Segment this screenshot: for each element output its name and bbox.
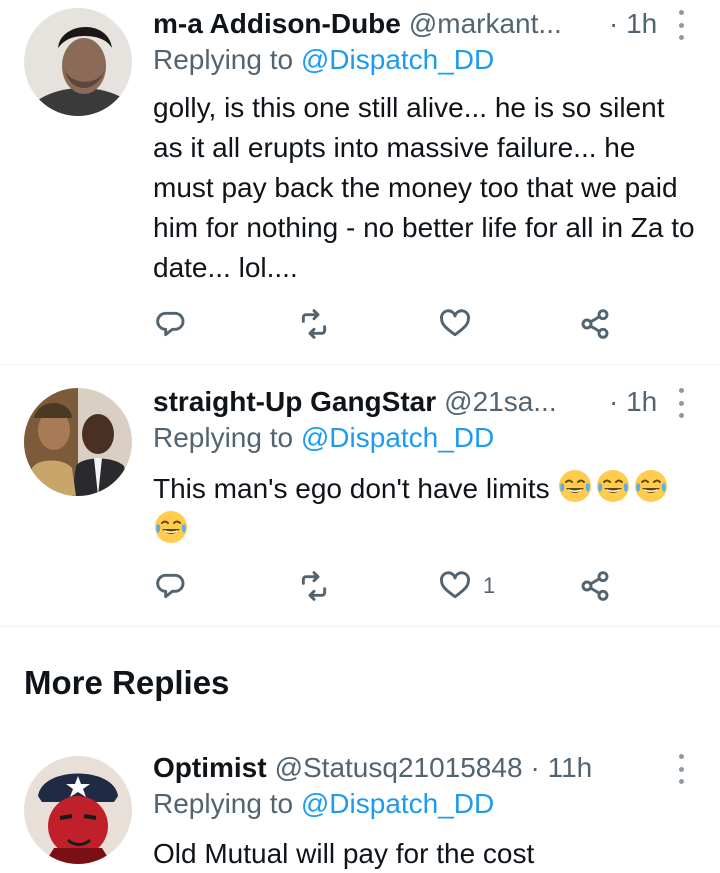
like-icon [440,571,470,599]
replying-to-label: Replying to [153,788,301,819]
author-name[interactable]: Optimist [153,752,267,784]
author-handle[interactable]: @21sa... [444,386,556,418]
like-icon [440,309,470,337]
tweet-time-wrap: · 1h [609,382,657,422]
reply-icon [156,573,185,599]
avatar[interactable] [24,756,132,864]
more-options-icon[interactable] [676,388,686,418]
retweet-button[interactable] [298,304,330,344]
reply-tweet[interactable]: Optimist @Statusq21015848 · 11h Replying… [0,748,720,873]
tweet-text: This man's ego don't have limits [153,473,550,504]
reply-tweet[interactable]: straight-Up GangStar @21sa... · 1h Reply… [0,382,720,622]
tweet-actions [153,304,623,344]
replying-to: Replying to @Dispatch_DD [153,44,494,76]
timestamp[interactable]: · 1h [609,386,657,418]
tweet-actions: 1 [153,566,623,606]
tears-of-joy-emoji-icon [597,470,630,502]
tears-of-joy-emoji-icon [155,511,187,543]
reply-tweet[interactable]: m-a Addison-Dube @markant... · 1h Replyi… [0,4,720,344]
reply-button[interactable] [155,566,187,606]
divider [0,364,720,365]
share-button[interactable] [579,304,611,344]
author-handle[interactable]: @markant... [409,8,562,40]
tweet-text: golly, is this one still alive... he is … [153,92,695,283]
more-options-icon[interactable] [676,754,686,784]
tears-of-joy-emoji-icon [559,470,592,502]
avatar[interactable] [24,388,132,496]
like-count: 1 [483,573,496,598]
tears-of-joy-emoji-icon [635,470,668,502]
more-options-icon[interactable] [676,10,686,40]
tweet-text: Old Mutual will pay for the cost [153,838,535,869]
divider [0,626,720,627]
retweet-icon [301,571,327,601]
tweet-header: m-a Addison-Dube @markant... [153,4,562,44]
like-button[interactable]: 1 [439,566,495,606]
timestamp[interactable]: · 11h [531,752,593,784]
author-name[interactable]: m-a Addison-Dube [153,8,401,40]
section-heading: More Replies [24,664,230,701]
avatar[interactable] [24,8,132,116]
tweet-header: Optimist @Statusq21015848 · 11h [153,748,592,788]
tweet-header: straight-Up GangStar @21sa... [153,382,557,422]
replying-to: Replying to @Dispatch_DD [153,788,494,820]
tweet-time-wrap: · 1h [609,4,657,44]
share-icon [581,571,609,601]
reply-button[interactable] [155,304,187,344]
like-button[interactable] [439,304,483,344]
author-name[interactable]: straight-Up GangStar [153,386,436,418]
reply-icon [156,311,185,337]
tweet-text-wrap: This man's ego don't have limits [153,468,698,550]
share-button[interactable] [579,566,611,606]
replying-to-label: Replying to [153,422,301,453]
retweet-icon [301,309,327,339]
author-handle[interactable]: @Statusq21015848 [275,752,523,784]
replying-to-mention[interactable]: @Dispatch_DD [301,44,494,75]
replying-to-mention[interactable]: @Dispatch_DD [301,788,494,819]
replying-to-mention[interactable]: @Dispatch_DD [301,422,494,453]
retweet-button[interactable] [298,566,330,606]
timestamp[interactable]: · 1h [609,8,657,40]
replying-to-label: Replying to [153,44,301,75]
replying-to: Replying to @Dispatch_DD [153,422,494,454]
share-icon [581,309,609,339]
